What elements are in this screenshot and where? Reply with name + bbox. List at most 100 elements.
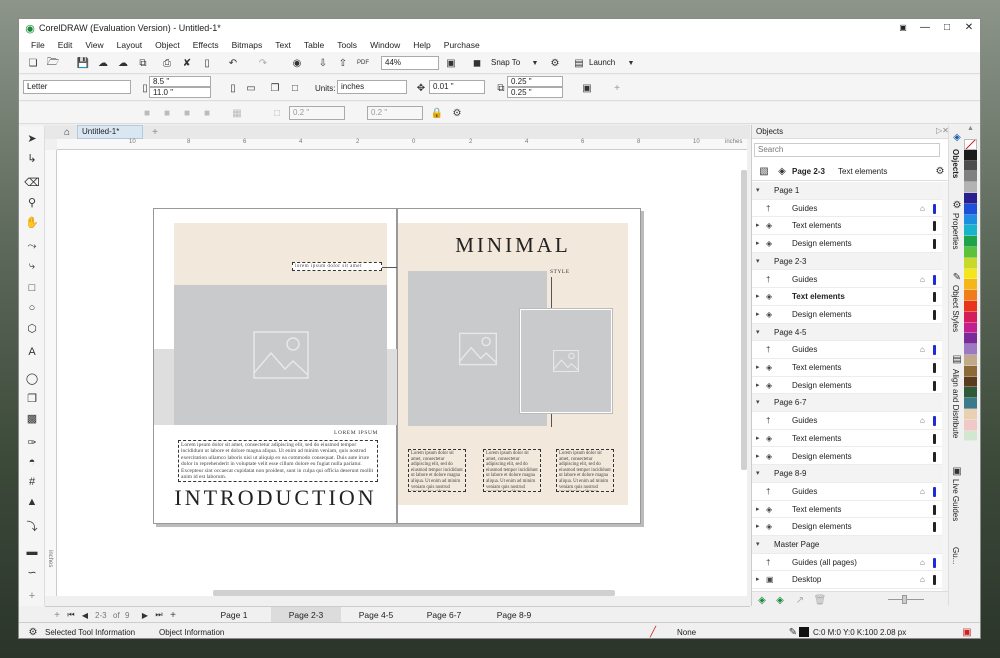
crop-tool-icon[interactable]: ⌫ bbox=[24, 174, 40, 190]
color-swatch[interactable] bbox=[964, 387, 977, 399]
layers-icon[interactable]: ◈ bbox=[774, 163, 790, 179]
drawing-canvas[interactable]: lorem ipsum dolor sit amet LOREM IPSUM L… bbox=[57, 150, 747, 596]
color-swatch[interactable] bbox=[964, 257, 977, 269]
menu-tools[interactable]: Tools bbox=[337, 40, 357, 50]
color-swatch[interactable] bbox=[964, 171, 977, 183]
tab-properties[interactable]: Properties bbox=[951, 213, 960, 249]
landscape-icon[interactable]: ▭ bbox=[243, 80, 259, 96]
menu-object[interactable]: Object bbox=[155, 40, 180, 50]
left-page[interactable]: lorem ipsum dolor sit amet LOREM IPSUM L… bbox=[153, 208, 408, 524]
corner-radius-field-2[interactable]: 0.2 " bbox=[367, 106, 423, 120]
collapse-icon[interactable]: ▾ bbox=[756, 465, 760, 483]
duplicate-x-field[interactable]: 0.25 " bbox=[507, 76, 563, 87]
rectangle-tool-icon[interactable]: □ bbox=[24, 280, 40, 296]
snap-to-icon[interactable]: ◼ bbox=[469, 55, 485, 71]
object-layer-row[interactable]: † Guides ⌂ bbox=[752, 412, 942, 430]
curve-tool-icon[interactable]: ∽ bbox=[24, 564, 40, 580]
vertical-scrollbar[interactable] bbox=[741, 170, 747, 470]
lock-icon[interactable]: ⌂ bbox=[920, 200, 925, 218]
color-swatch[interactable] bbox=[964, 203, 977, 215]
lock-icon[interactable]: ⌂ bbox=[920, 341, 925, 359]
freehand-tool-icon[interactable]: ⤳ bbox=[24, 238, 40, 254]
lock-icon[interactable]: ⌂ bbox=[920, 571, 925, 589]
snap-to-label[interactable]: Snap To bbox=[491, 58, 520, 67]
expand-icon[interactable]: ▸ bbox=[756, 377, 760, 395]
color-swatch[interactable] bbox=[964, 182, 977, 193]
expand-icon[interactable]: ▸ bbox=[756, 448, 760, 466]
paper-size-select[interactable]: Letter bbox=[23, 80, 131, 94]
page-height-field[interactable]: 11.0 " bbox=[149, 87, 211, 98]
color-swatch[interactable] bbox=[964, 290, 977, 301]
collapse-icon[interactable]: ▾ bbox=[756, 182, 760, 200]
cloud-download-icon[interactable]: ☁ bbox=[115, 55, 131, 71]
zoom-level-field[interactable]: 44% bbox=[381, 56, 439, 70]
docker-menu-icon[interactable]: ▷✕ bbox=[936, 126, 949, 135]
properties-tab-icon[interactable]: ⚙ bbox=[949, 197, 965, 213]
all-pages-icon[interactable]: ❐ bbox=[267, 80, 283, 96]
object-information[interactable]: Object Information bbox=[159, 628, 224, 637]
object-page-row[interactable]: ▾ Page 8-9 bbox=[752, 465, 942, 483]
docker-options-gear-icon[interactable]: ⚙ bbox=[932, 163, 948, 179]
move-to-layer-icon[interactable]: ↗ bbox=[792, 592, 808, 608]
column-textbox-1[interactable]: Lorem ipsum dolor sit amet, consectetur … bbox=[408, 449, 466, 492]
save-icon[interactable]: 💾 bbox=[75, 55, 91, 71]
full-screen-icon[interactable]: ▣ bbox=[443, 55, 459, 71]
snap-dropdown-icon[interactable]: ▼ bbox=[527, 55, 543, 71]
add-page-after-icon[interactable]: + bbox=[165, 607, 181, 623]
lock-icon[interactable]: ⌂ bbox=[920, 554, 925, 572]
duplicate-y-field[interactable]: 0.25 " bbox=[507, 87, 563, 98]
tab-align-distribute[interactable]: Align and Distribute bbox=[951, 369, 960, 438]
color-swatch[interactable] bbox=[964, 279, 977, 291]
tab-objects[interactable]: Objects bbox=[951, 149, 960, 178]
tab-guidelines[interactable]: Gu... bbox=[951, 547, 960, 564]
launch-label[interactable]: Launch bbox=[589, 58, 615, 67]
align-tab-icon[interactable]: ▤ bbox=[949, 351, 965, 367]
tool-info-gear-icon[interactable]: ⚙ bbox=[25, 624, 41, 638]
expand-icon[interactable]: ▸ bbox=[756, 217, 760, 235]
previous-page-icon[interactable]: ◀ bbox=[77, 607, 93, 623]
color-swatch[interactable] bbox=[964, 333, 977, 345]
portrait-icon[interactable]: ▯ bbox=[225, 80, 241, 96]
object-layer-row[interactable]: ▸ ◈ Text elements bbox=[752, 217, 942, 236]
introduction-heading[interactable]: INTRODUCTION bbox=[154, 485, 397, 511]
menu-view[interactable]: View bbox=[85, 40, 103, 50]
color-swatch[interactable] bbox=[964, 246, 977, 258]
copy-icon[interactable]: ⧉ bbox=[135, 55, 151, 71]
zoom-tool-icon[interactable]: ⚲ bbox=[24, 194, 40, 210]
print-icon[interactable]: ⎙ bbox=[159, 55, 175, 71]
expand-icon[interactable]: ▸ bbox=[756, 288, 760, 306]
delete-icon[interactable]: 🗑 bbox=[812, 592, 828, 608]
units-select[interactable]: inches bbox=[337, 80, 407, 94]
objects-search-input[interactable]: Search bbox=[754, 143, 940, 157]
object-layer-row[interactable]: ▸ ◈ Text elements bbox=[752, 430, 942, 448]
object-page-row[interactable]: ▾ Page 6-7 bbox=[752, 394, 942, 413]
menu-help[interactable]: Help bbox=[413, 40, 430, 50]
smart-fill-icon[interactable]: ▲ bbox=[24, 494, 40, 510]
lock-icon[interactable]: ⌂ bbox=[920, 271, 925, 289]
expand-icon[interactable]: ▸ bbox=[756, 359, 760, 377]
lock-icon[interactable]: ⌂ bbox=[920, 483, 925, 501]
expand-icon[interactable]: ▸ bbox=[756, 235, 760, 253]
menu-purchase[interactable]: Purchase bbox=[444, 40, 480, 50]
blend-tool-icon[interactable]: ◯ bbox=[24, 370, 40, 386]
cut-icon[interactable]: ✘ bbox=[179, 55, 195, 71]
search-content-icon[interactable]: ◉ bbox=[289, 55, 305, 71]
lock-ratio-icon[interactable]: 🔒 bbox=[429, 105, 445, 121]
menu-bitmaps[interactable]: Bitmaps bbox=[232, 40, 263, 50]
expand-icon[interactable]: ▸ bbox=[756, 430, 760, 448]
ellipse-tool-icon[interactable]: ○ bbox=[24, 300, 40, 316]
undo-icon[interactable]: ↶ bbox=[225, 55, 241, 71]
mesh-fill-icon[interactable]: # bbox=[24, 474, 40, 490]
menu-effects[interactable]: Effects bbox=[193, 40, 219, 50]
eraser-icon[interactable]: ▬ bbox=[24, 544, 40, 560]
collapse-icon[interactable]: ▾ bbox=[756, 536, 760, 554]
eyedropper-icon[interactable]: ✑ bbox=[24, 434, 40, 450]
menu-layout[interactable]: Layout bbox=[117, 40, 143, 50]
simplify-icon[interactable]: ■ bbox=[199, 105, 215, 121]
expand-icon[interactable]: ▸ bbox=[756, 518, 760, 536]
palette-arrow-up-icon[interactable]: ▲ bbox=[964, 125, 977, 139]
lock-icon[interactable]: ⌂ bbox=[920, 412, 925, 430]
color-swatch[interactable] bbox=[964, 149, 977, 161]
pan-tool-icon[interactable]: ✋ bbox=[24, 214, 40, 230]
color-swatch[interactable] bbox=[964, 398, 977, 409]
